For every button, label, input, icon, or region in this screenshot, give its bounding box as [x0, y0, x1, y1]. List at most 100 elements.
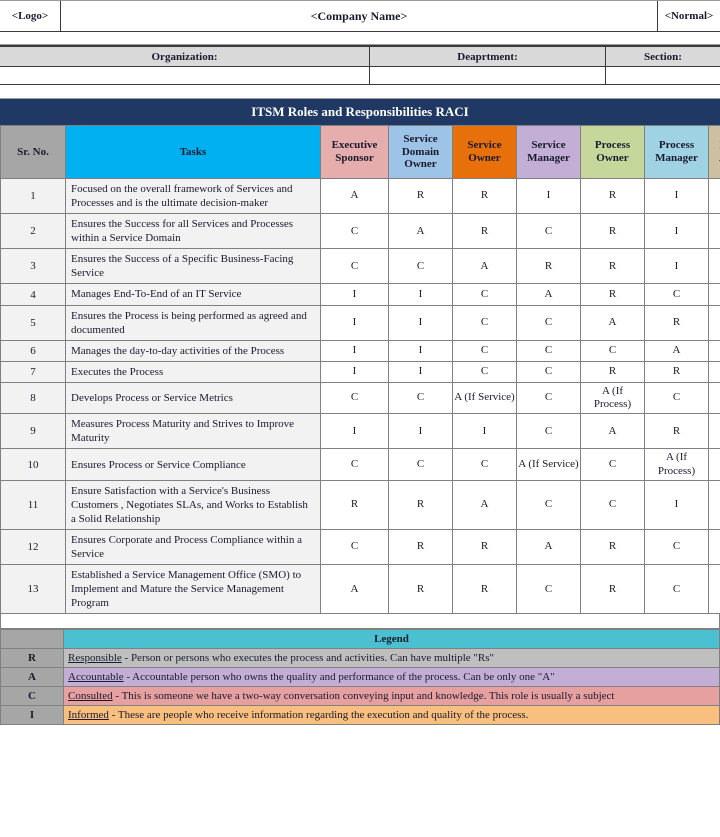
raci-value-service-domain-owner[interactable]: I [389, 361, 453, 382]
raci-value-process-analyst[interactable]: R [709, 340, 720, 361]
raci-value-executive-sponsor[interactable]: I [321, 414, 389, 449]
column-header-process-analyst[interactable]: Process Analyst [709, 126, 720, 179]
raci-value-service-owner[interactable]: R [453, 530, 517, 565]
column-header-tasks[interactable]: Tasks [66, 126, 321, 179]
raci-value-service-manager[interactable]: I [517, 179, 581, 214]
raci-value-service-manager[interactable]: C [517, 305, 581, 340]
raci-value-process-owner[interactable]: R [581, 565, 645, 614]
raci-value-process-manager[interactable]: I [645, 480, 709, 529]
raci-value-process-manager[interactable]: R [645, 414, 709, 449]
raci-value-process-analyst[interactable]: C [709, 284, 720, 305]
raci-value-service-manager[interactable]: C [517, 340, 581, 361]
raci-value-service-domain-owner[interactable]: A [389, 214, 453, 249]
raci-value-service-domain-owner[interactable]: I [389, 284, 453, 305]
raci-value-process-analyst[interactable]: C [709, 305, 720, 340]
column-header-service-manager[interactable]: Service Manager [517, 126, 581, 179]
raci-value-process-manager[interactable]: A (If Process) [645, 449, 709, 480]
raci-value-service-domain-owner[interactable]: R [389, 480, 453, 529]
department-value[interactable] [370, 67, 606, 84]
raci-value-process-analyst[interactable]: A [709, 361, 720, 382]
raci-value-service-manager[interactable]: A (If Service) [517, 449, 581, 480]
raci-value-process-manager[interactable]: R [645, 361, 709, 382]
raci-value-process-owner[interactable]: A [581, 414, 645, 449]
raci-value-service-owner[interactable]: C [453, 305, 517, 340]
raci-value-process-manager[interactable]: I [645, 179, 709, 214]
raci-value-process-analyst[interactable]: R [709, 414, 720, 449]
raci-value-process-owner[interactable]: A [581, 305, 645, 340]
raci-value-service-domain-owner[interactable]: R [389, 179, 453, 214]
raci-value-service-owner[interactable]: I [453, 414, 517, 449]
raci-value-process-owner[interactable]: R [581, 284, 645, 305]
raci-value-service-domain-owner[interactable]: C [389, 449, 453, 480]
raci-value-process-manager[interactable]: C [645, 284, 709, 305]
column-header-service-owner[interactable]: Service Owner [453, 126, 517, 179]
raci-value-executive-sponsor[interactable]: C [321, 530, 389, 565]
raci-value-executive-sponsor[interactable]: I [321, 361, 389, 382]
raci-value-process-owner[interactable]: R [581, 214, 645, 249]
raci-value-process-owner[interactable]: C [581, 449, 645, 480]
raci-value-process-manager[interactable]: A [645, 340, 709, 361]
raci-value-service-domain-owner[interactable]: C [389, 249, 453, 284]
raci-value-process-owner[interactable]: R [581, 530, 645, 565]
column-header-srno[interactable]: Sr. No. [1, 126, 66, 179]
raci-value-process-analyst[interactable]: C [709, 530, 720, 565]
raci-value-service-owner[interactable]: R [453, 179, 517, 214]
raci-value-executive-sponsor[interactable]: A [321, 179, 389, 214]
raci-value-service-domain-owner[interactable]: I [389, 305, 453, 340]
raci-value-executive-sponsor[interactable]: C [321, 249, 389, 284]
raci-value-executive-sponsor[interactable]: C [321, 449, 389, 480]
raci-value-process-owner[interactable]: R [581, 361, 645, 382]
raci-value-service-domain-owner[interactable]: C [389, 382, 453, 413]
raci-value-process-owner[interactable]: C [581, 480, 645, 529]
organization-value[interactable] [0, 67, 370, 84]
raci-value-executive-sponsor[interactable]: I [321, 305, 389, 340]
raci-value-service-domain-owner[interactable]: I [389, 340, 453, 361]
column-header-executive-sponsor[interactable]: Executive Sponsor [321, 126, 389, 179]
raci-value-service-owner[interactable]: C [453, 449, 517, 480]
raci-value-executive-sponsor[interactable]: I [321, 340, 389, 361]
raci-value-process-manager[interactable]: C [645, 530, 709, 565]
raci-value-process-owner[interactable]: R [581, 179, 645, 214]
raci-value-process-analyst[interactable]: I [709, 382, 720, 413]
raci-value-service-manager[interactable]: A [517, 284, 581, 305]
raci-value-service-domain-owner[interactable]: R [389, 565, 453, 614]
raci-value-service-manager[interactable]: C [517, 382, 581, 413]
raci-value-process-analyst[interactable]: I [709, 249, 720, 284]
raci-value-service-manager[interactable]: A [517, 530, 581, 565]
raci-value-executive-sponsor[interactable]: C [321, 382, 389, 413]
raci-value-executive-sponsor[interactable]: A [321, 565, 389, 614]
raci-value-service-owner[interactable]: A [453, 249, 517, 284]
raci-value-process-manager[interactable]: C [645, 382, 709, 413]
raci-value-process-manager[interactable]: I [645, 249, 709, 284]
raci-value-process-manager[interactable]: C [645, 565, 709, 614]
raci-value-service-manager[interactable]: R [517, 249, 581, 284]
raci-value-service-owner[interactable]: R [453, 565, 517, 614]
column-header-process-owner[interactable]: Process Owner [581, 126, 645, 179]
column-header-service-domain-owner[interactable]: Service Domain Owner [389, 126, 453, 179]
raci-value-service-manager[interactable]: C [517, 414, 581, 449]
raci-value-process-analyst[interactable] [709, 565, 720, 614]
raci-value-process-analyst[interactable]: I [709, 214, 720, 249]
raci-value-service-domain-owner[interactable]: R [389, 530, 453, 565]
raci-value-service-owner[interactable]: A [453, 480, 517, 529]
raci-value-process-manager[interactable]: R [645, 305, 709, 340]
column-header-process-manager[interactable]: Process Manager [645, 126, 709, 179]
raci-value-service-domain-owner[interactable]: I [389, 414, 453, 449]
raci-value-process-analyst[interactable] [709, 480, 720, 529]
raci-value-service-manager[interactable]: C [517, 565, 581, 614]
raci-value-service-owner[interactable]: C [453, 361, 517, 382]
raci-value-process-analyst[interactable]: R [709, 449, 720, 480]
raci-value-process-owner[interactable]: R [581, 249, 645, 284]
section-value[interactable] [606, 67, 720, 84]
raci-value-process-analyst[interactable]: I [709, 179, 720, 214]
raci-value-service-owner[interactable]: A (If Service) [453, 382, 517, 413]
raci-value-service-manager[interactable]: C [517, 480, 581, 529]
raci-value-executive-sponsor[interactable]: R [321, 480, 389, 529]
raci-value-process-owner[interactable]: C [581, 340, 645, 361]
raci-value-service-owner[interactable]: C [453, 284, 517, 305]
raci-value-service-manager[interactable]: C [517, 361, 581, 382]
raci-value-process-owner[interactable]: A (If Process) [581, 382, 645, 413]
raci-value-executive-sponsor[interactable]: I [321, 284, 389, 305]
raci-value-process-manager[interactable]: I [645, 214, 709, 249]
raci-value-service-manager[interactable]: C [517, 214, 581, 249]
